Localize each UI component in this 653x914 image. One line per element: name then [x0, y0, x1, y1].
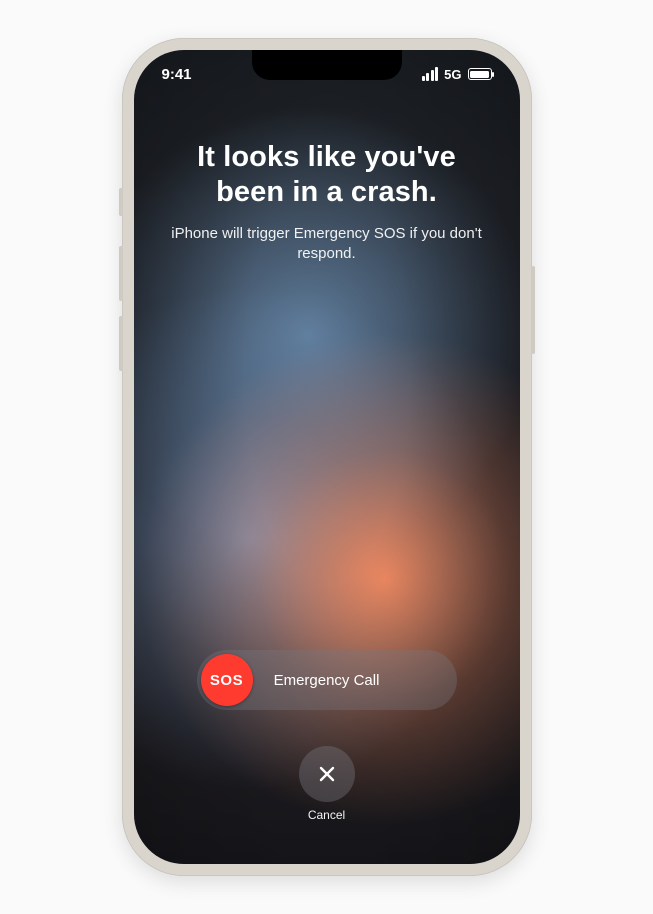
battery-icon [468, 68, 492, 80]
crash-alert-content: It looks like you've been in a crash. iP… [134, 50, 520, 864]
volume-down-button [119, 316, 123, 371]
cancel-label: Cancel [308, 808, 345, 822]
mute-switch [119, 188, 123, 216]
network-type: 5G [444, 67, 461, 82]
cancel-group: Cancel [299, 746, 355, 822]
status-right: 5G [422, 67, 492, 82]
volume-up-button [119, 246, 123, 301]
notch [252, 50, 402, 80]
cancel-button[interactable] [299, 746, 355, 802]
crash-headline: It looks like you've been in a crash. [162, 140, 492, 210]
phone-frame: 9:41 5G It looks like you've been in a c… [122, 38, 532, 876]
cellular-signal-icon [422, 67, 439, 81]
emergency-call-slider[interactable]: SOS Emergency Call [197, 650, 457, 710]
emergency-call-label: Emergency Call [197, 672, 457, 689]
side-button [531, 266, 535, 354]
crash-subtext: iPhone will trigger Emergency SOS if you… [162, 224, 492, 265]
close-icon [317, 764, 337, 784]
status-time: 9:41 [162, 66, 192, 83]
screen: 9:41 5G It looks like you've been in a c… [134, 50, 520, 864]
